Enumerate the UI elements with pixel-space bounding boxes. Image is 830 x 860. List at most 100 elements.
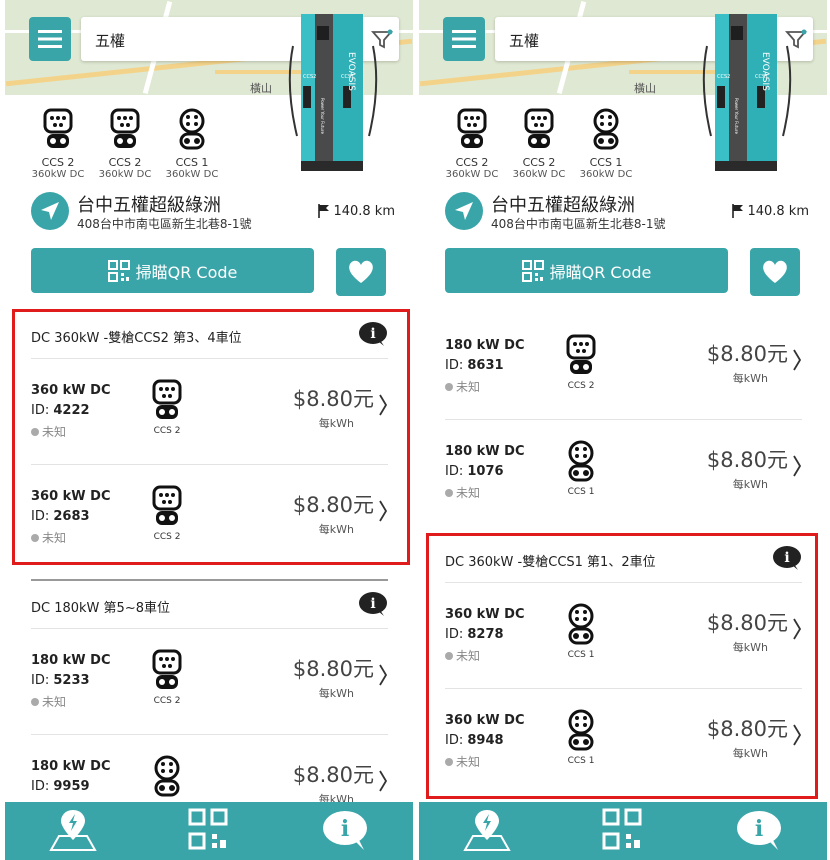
charger-group-header: DC 360kW -雙槍CCS1 第1、2車位 i — [445, 533, 802, 583]
charger-row[interactable]: 180 kW DC ID: 8631 未知 CCS 2 $8.80元 每kWh — [445, 314, 802, 420]
connector-power: 360kW DC — [98, 169, 152, 180]
charger-slogan: Power Your Future — [320, 98, 325, 134]
scan-qr-button[interactable]: 掃瞄QR Code — [31, 248, 314, 293]
chevron-right-icon — [379, 394, 388, 416]
ccs1-connector-icon — [568, 603, 594, 645]
price: $8.80元 — [292, 493, 374, 517]
price: $8.80元 — [706, 342, 788, 366]
distance-label: 140.8 km — [731, 203, 809, 219]
charger-row[interactable]: 360 kW DC ID: 2683 未知 CCS 2 $8.80元 每kWh — [31, 465, 388, 571]
charger-row[interactable]: 360 kW DC ID: 8948 未知 CCS 1 $8.80元 每kWh — [445, 689, 802, 795]
charger-power: 180 kW DC — [31, 759, 111, 774]
connector-power: 360kW DC — [445, 169, 499, 180]
info-chat-icon[interactable]: i — [734, 806, 784, 854]
charger-id: ID: 4222 — [31, 403, 90, 418]
menu-button[interactable] — [29, 17, 71, 61]
info-icon[interactable]: i — [358, 591, 388, 617]
connector-type-ccs2: CCS 2 360kW DC — [90, 108, 160, 181]
svg-text:i: i — [341, 816, 349, 842]
ccs2-connector-icon — [457, 108, 487, 148]
price-unit: 每kWh — [732, 641, 768, 654]
connector-label: CCS 1 — [567, 487, 595, 497]
charger-power: 360 kW DC — [31, 383, 111, 398]
info-icon[interactable]: i — [358, 321, 388, 347]
chevron-right-icon — [793, 618, 802, 640]
menu-button[interactable] — [443, 17, 485, 61]
qr-code-icon[interactable] — [186, 806, 230, 854]
scan-qr-button[interactable]: 掃瞄QR Code — [445, 248, 728, 293]
connector-type: CCS 1 — [563, 440, 599, 497]
charger-id: ID: 8278 — [445, 627, 504, 642]
charger-id: ID: 9959 — [31, 779, 90, 794]
price-unit: 每kWh — [318, 417, 354, 430]
connector-label: CCS 2 — [455, 156, 489, 169]
price: $8.80元 — [292, 657, 374, 681]
charger-row[interactable]: 180 kW DC ID: 5233 未知 CCS 2 $8.80元 每kWh — [31, 629, 388, 735]
charger-power: 180 kW DC — [31, 653, 111, 668]
scan-qr-label: 掃瞄QR Code — [549, 262, 652, 282]
status-dot — [31, 697, 39, 706]
status-dot — [445, 651, 453, 660]
navigate-button[interactable] — [445, 192, 483, 230]
qr-code-icon — [521, 259, 544, 282]
connector-type: CCS 2 — [149, 649, 185, 706]
ccs2-connector-icon — [152, 649, 182, 689]
svg-text:i: i — [784, 550, 789, 566]
group-title: DC 180kW 第5~8車位 — [31, 601, 170, 616]
flag-icon — [318, 204, 330, 218]
charger-power: 360 kW DC — [445, 713, 525, 728]
charger-power: 180 kW DC — [445, 338, 525, 353]
ccs2-connector-icon — [152, 379, 182, 419]
qr-code-icon[interactable] — [600, 806, 644, 854]
connector-type: CCS 2 — [149, 485, 185, 542]
charger-power: 360 kW DC — [31, 489, 111, 504]
svg-text:i: i — [755, 816, 763, 842]
search-value: 五權 — [509, 32, 540, 50]
left-screen: 橫山 五權 EVOASIS CCS2 CCS1 Power Your Futur… — [5, 0, 413, 860]
charger-port-label: CCS1 — [755, 74, 768, 80]
connector-type: CCS 2 — [563, 334, 599, 391]
ccs1-connector-icon — [179, 108, 205, 150]
charger-row[interactable]: 360 kW DC ID: 4222 未知 CCS 2 $8.80元 每kWh — [31, 359, 388, 465]
connector-type-ccs2: CCS 2 360kW DC — [504, 108, 574, 181]
charger-id: ID: 5233 — [31, 673, 90, 688]
map-charging-icon[interactable] — [459, 806, 515, 854]
connector-label: CCS 2 — [153, 696, 181, 706]
ccs2-connector-icon — [110, 108, 140, 148]
navigation-arrow-icon — [455, 202, 473, 220]
distance-value: 140.8 km — [747, 203, 809, 219]
info-icon[interactable]: i — [772, 545, 802, 571]
charger-row[interactable]: 180 kW DC ID: 1076 未知 CCS 1 $8.80元 每kWh — [445, 420, 802, 526]
price-unit: 每kWh — [318, 523, 354, 536]
navigate-button[interactable] — [31, 192, 69, 230]
charger-status: 未知 — [445, 647, 480, 664]
heart-icon — [763, 260, 787, 283]
charger-group-header: DC 180kW 第5~8車位 i — [31, 579, 388, 629]
ccs1-connector-icon — [154, 755, 180, 797]
station-address: 408台中市南屯區新生北巷8-1號 — [491, 217, 666, 231]
connector-power: 360kW DC — [512, 169, 566, 180]
map-charging-icon[interactable] — [45, 806, 101, 854]
connector-type-ccs2: CCS 2 360kW DC — [437, 108, 507, 181]
connector-type: CCS 1 — [563, 709, 599, 766]
price-unit: 每kWh — [732, 478, 768, 491]
chevron-right-icon — [379, 500, 388, 522]
charger-row[interactable]: 360 kW DC ID: 8278 未知 CCS 1 $8.80元 每kWh — [445, 583, 802, 689]
info-chat-icon[interactable]: i — [320, 806, 370, 854]
group-title: DC 360kW -雙槍CCS1 第1、2車位 — [445, 555, 656, 570]
ccs1-connector-icon — [593, 108, 619, 150]
price-unit: 每kWh — [732, 372, 768, 385]
charger-image: EVOASIS CCS2 CCS1 Power Your Future — [288, 14, 378, 171]
distance-value: 140.8 km — [333, 203, 395, 219]
chevron-right-icon — [793, 724, 802, 746]
connector-label: CCS 2 — [41, 156, 75, 169]
connector-label: CCS 1 — [567, 650, 595, 660]
favorite-button[interactable] — [336, 248, 386, 296]
heart-icon — [349, 260, 373, 283]
right-screen: 橫山 五權 EVOASIS CCS2 CCS1 Power Your Futur… — [419, 0, 827, 860]
connector-label: CCS 2 — [567, 381, 595, 391]
status-dot — [31, 533, 39, 542]
favorite-button[interactable] — [750, 248, 800, 296]
connector-type: CCS 2 — [149, 379, 185, 436]
connector-label: CCS 1 — [589, 156, 623, 169]
